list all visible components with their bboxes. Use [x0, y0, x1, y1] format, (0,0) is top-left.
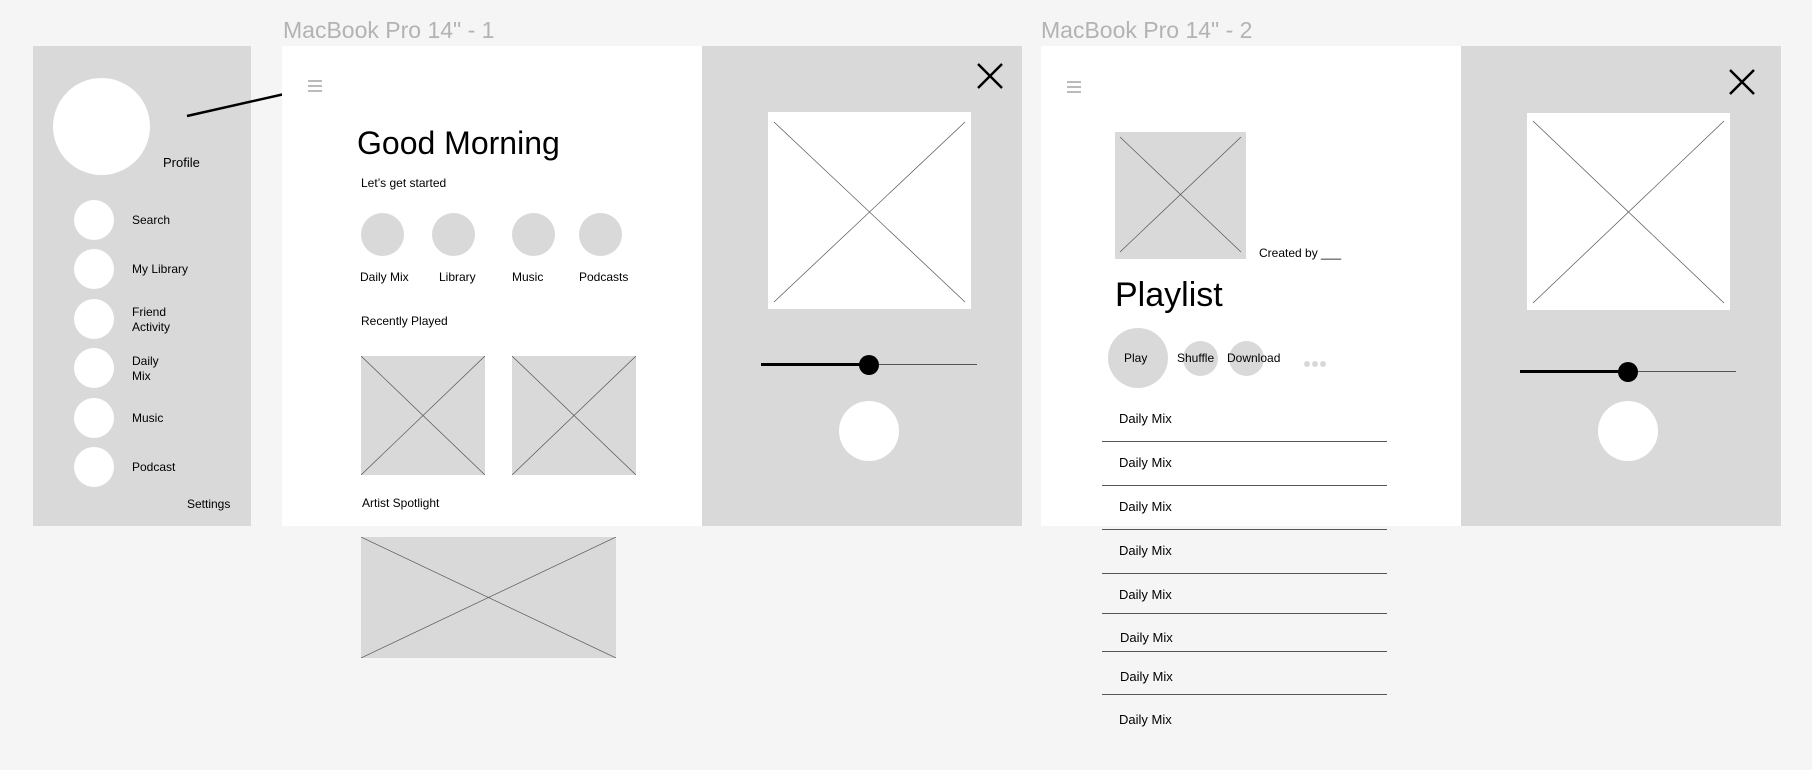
profile-avatar[interactable]: [53, 78, 150, 175]
image-placeholder-icon: [512, 356, 636, 475]
frame-1-title: MacBook Pro 14" - 1: [283, 17, 495, 43]
image-placeholder-icon: [773, 121, 966, 303]
image-placeholder-icon: [361, 356, 485, 475]
slider-fill: [1520, 370, 1628, 373]
category-label: Daily Mix: [360, 270, 409, 284]
sidebar-item-label: Daily Mix: [132, 354, 159, 383]
album-art: [768, 112, 971, 309]
sidebar-item-search[interactable]: Search: [74, 200, 244, 241]
friends-icon: [74, 299, 114, 339]
track-row[interactable]: Daily Mix: [1102, 531, 1387, 574]
sidebar-item-my-library[interactable]: My Library: [74, 249, 244, 290]
search-icon: [74, 200, 114, 240]
frame-2-title: MacBook Pro 14" - 2: [1041, 17, 1253, 43]
artist-spotlight-card[interactable]: [361, 537, 616, 658]
album-art: [1527, 113, 1730, 310]
hamburger-icon[interactable]: [308, 79, 322, 92]
sidebar-item-daily-mix[interactable]: Daily Mix: [74, 348, 244, 389]
track-title: Daily Mix: [1119, 712, 1172, 727]
track-row[interactable]: Daily Mix: [1102, 487, 1387, 530]
greeting-title: Good Morning: [357, 125, 560, 161]
play-button[interactable]: Play: [1108, 328, 1168, 388]
music-icon: [512, 213, 555, 256]
track-row[interactable]: Daily Mix: [1102, 652, 1387, 695]
recently-played-card[interactable]: [361, 356, 485, 475]
sidebar-item-label: Podcast: [132, 460, 176, 474]
track-row[interactable]: Daily Mix: [1102, 399, 1387, 442]
track-title: Daily Mix: [1119, 455, 1172, 470]
library-icon: [432, 213, 475, 256]
daily-mix-icon: [74, 348, 114, 388]
slider-thumb[interactable]: [859, 355, 879, 375]
track-title: Daily Mix: [1120, 669, 1173, 684]
category-label: Music: [512, 270, 544, 284]
track-row[interactable]: Daily Mix: [1102, 443, 1387, 486]
music-icon: [74, 398, 114, 438]
sidebar-item-label: Friend Activity: [132, 305, 171, 334]
sidebar-item-label: Search: [132, 213, 171, 227]
sidebar-item-label: Music: [132, 411, 164, 425]
settings-link[interactable]: Settings: [187, 497, 230, 512]
close-icon[interactable]: [1728, 68, 1756, 96]
library-icon: [74, 249, 114, 289]
category-label: Library: [439, 270, 476, 284]
sidebar-item-music[interactable]: Music: [74, 398, 244, 439]
track-title: Daily Mix: [1120, 630, 1173, 645]
track-title: Daily Mix: [1119, 499, 1172, 514]
sidebar-item-podcast[interactable]: Podcast: [74, 447, 244, 488]
track-row[interactable]: Daily Mix: [1102, 695, 1387, 735]
playlist-title: Playlist: [1115, 276, 1223, 314]
daily-mix-icon: [361, 213, 404, 256]
track-title: Daily Mix: [1119, 587, 1172, 602]
recently-played-card[interactable]: [512, 356, 636, 475]
profile-label[interactable]: Profile: [163, 155, 200, 170]
image-placeholder-icon: [1532, 120, 1725, 304]
slider-thumb[interactable]: [1618, 362, 1638, 382]
play-button-label: Play: [1124, 351, 1148, 365]
image-placeholder-icon: [1119, 136, 1242, 253]
play-pause-button[interactable]: [839, 401, 899, 461]
playback-slider[interactable]: [1520, 361, 1736, 383]
sidebar-item-friend-activity[interactable]: Friend Activity: [74, 299, 244, 340]
close-icon[interactable]: [976, 62, 1004, 90]
podcast-icon: [579, 213, 622, 256]
track-title: Daily Mix: [1119, 543, 1172, 558]
recently-played-heading: Recently Played: [361, 314, 448, 328]
category-label: Podcasts: [579, 270, 629, 284]
podcast-icon: [74, 447, 114, 487]
shuffle-label: Shuffle: [1177, 351, 1215, 365]
greeting-subtitle: Let’s get started: [361, 176, 447, 190]
play-pause-button[interactable]: [1598, 401, 1658, 461]
download-label: Download: [1227, 351, 1281, 365]
playlist-cover: [1115, 132, 1246, 259]
track-title: Daily Mix: [1119, 411, 1172, 426]
playback-slider[interactable]: [761, 354, 977, 376]
sidebar-item-label: My Library: [132, 262, 189, 276]
more-dots-icon[interactable]: [1303, 355, 1327, 367]
artist-spotlight-heading: Artist Spotlight: [362, 496, 440, 510]
created-by: Created by ___: [1259, 246, 1342, 260]
track-row[interactable]: Daily Mix: [1102, 575, 1387, 614]
slider-fill: [761, 363, 869, 366]
home-screen: [282, 46, 703, 526]
hamburger-icon[interactable]: [1067, 80, 1081, 93]
track-row[interactable]: Daily Mix: [1102, 614, 1387, 652]
image-placeholder-icon: [361, 537, 616, 658]
